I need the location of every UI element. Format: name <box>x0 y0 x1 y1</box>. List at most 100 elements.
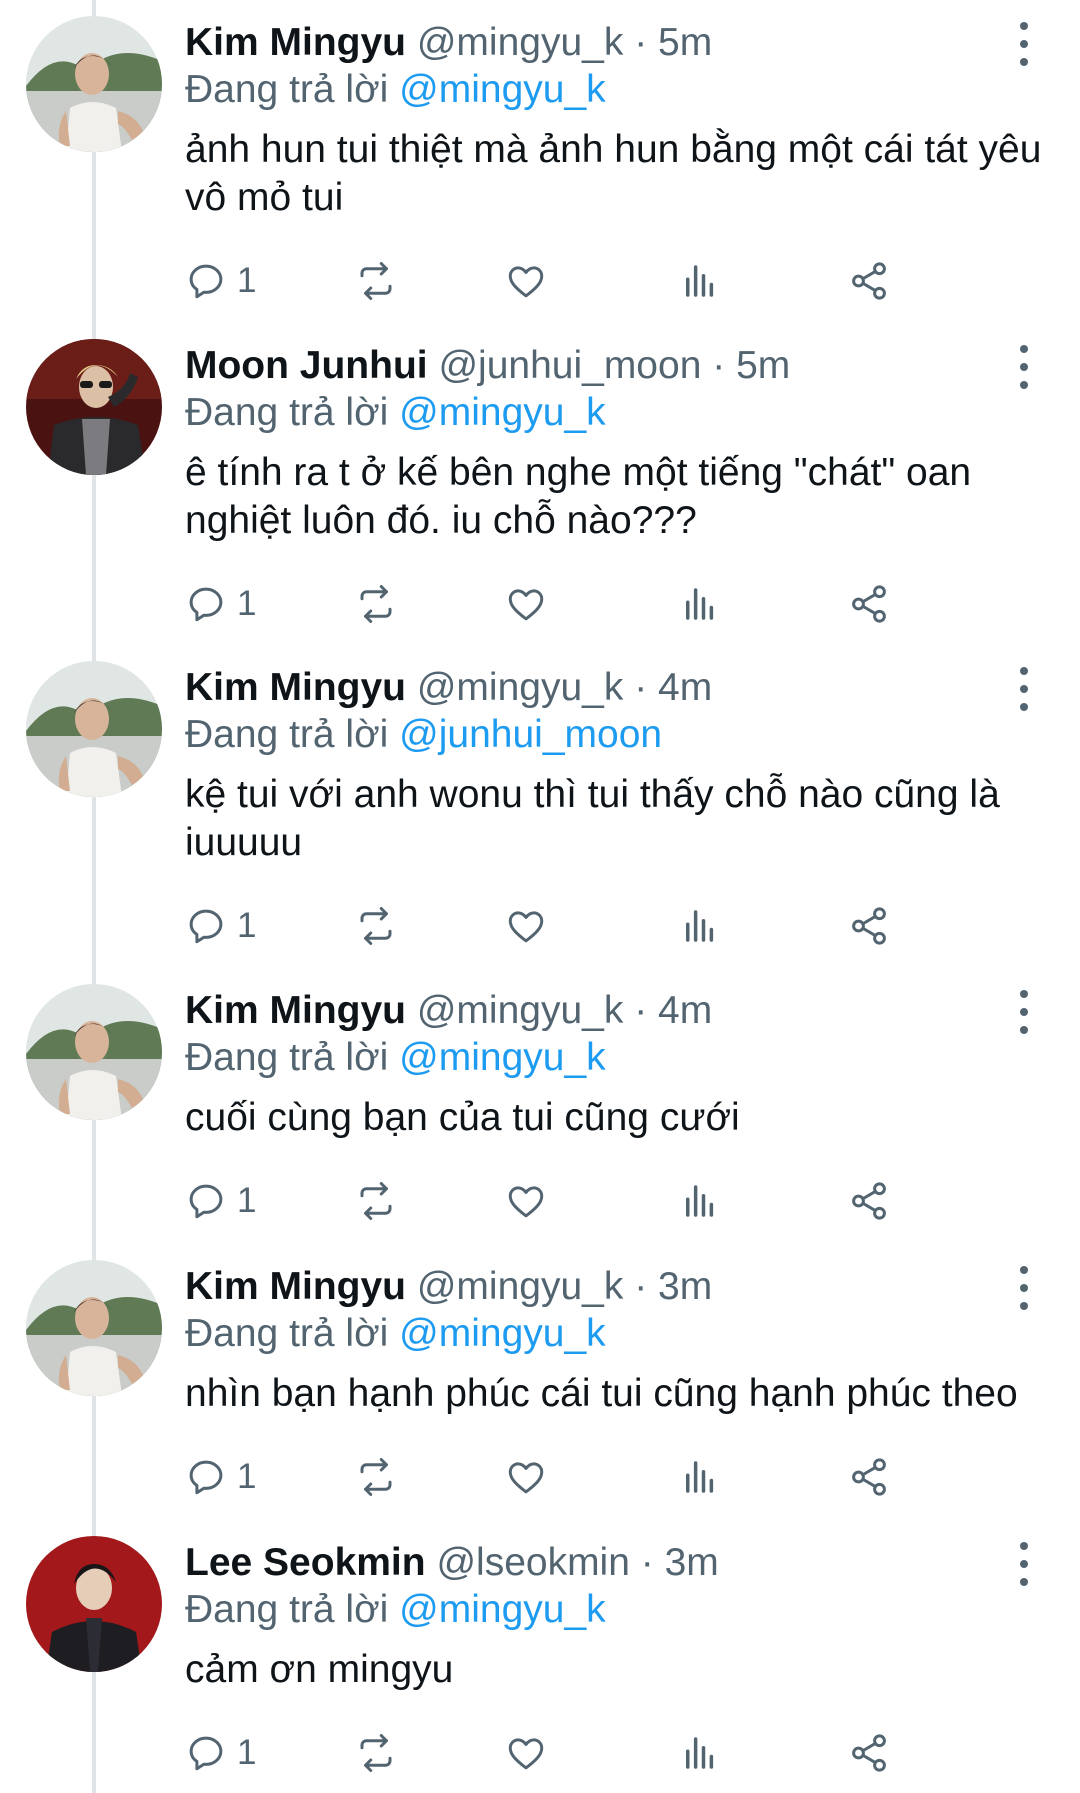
views-button[interactable] <box>679 901 721 951</box>
share-icon <box>852 262 886 300</box>
more-icon[interactable] <box>1010 1266 1038 1310</box>
author-handle[interactable]: @mingyu_k <box>417 666 624 709</box>
like-button[interactable] <box>505 1176 547 1226</box>
share-button[interactable] <box>848 1728 890 1778</box>
like-button[interactable] <box>505 1728 547 1778</box>
author-name[interactable]: Kim Mingyu <box>185 21 406 64</box>
views-button[interactable] <box>679 1452 721 1502</box>
more-icon[interactable] <box>1010 1542 1038 1586</box>
like-button[interactable] <box>505 579 547 629</box>
reply-icon <box>189 587 223 622</box>
like-button[interactable] <box>505 1452 547 1502</box>
more-icon[interactable] <box>1010 22 1038 66</box>
avatar-mingyu[interactable] <box>26 661 162 797</box>
replying-to-handle[interactable]: @mingyu_k <box>399 1036 606 1079</box>
like-button[interactable] <box>505 901 547 951</box>
replying-to-handle[interactable]: @mingyu_k <box>399 1588 606 1631</box>
avatar-seokmin[interactable] <box>26 1536 162 1672</box>
replying-to-label: Đang trả lời <box>185 1588 389 1631</box>
avatar-mingyu[interactable] <box>26 984 162 1120</box>
replying-to-handle[interactable]: @mingyu_k <box>399 68 606 111</box>
timestamp[interactable]: 3m <box>658 1265 712 1308</box>
reply-button[interactable]: 1 <box>185 256 256 306</box>
share-icon <box>852 585 886 623</box>
retweet-icon <box>360 585 392 623</box>
timestamp[interactable]: 5m <box>658 21 712 64</box>
like-icon <box>508 911 544 943</box>
reply-button[interactable]: 1 <box>185 579 256 629</box>
replying-to: Đang trả lời @mingyu_k <box>185 1310 606 1358</box>
views-button[interactable] <box>679 1176 721 1226</box>
action-bar: 1 <box>185 1728 1030 1778</box>
share-icon <box>852 1182 886 1220</box>
action-bar: 1 <box>185 1452 1030 1502</box>
reply-icon <box>189 264 223 299</box>
like-icon <box>508 266 544 298</box>
share-button[interactable] <box>848 256 890 306</box>
replying-to-handle[interactable]: @junhui_moon <box>399 713 662 756</box>
timestamp[interactable]: 3m <box>665 1541 719 1584</box>
like-icon <box>508 1462 544 1494</box>
reply-icon <box>189 1460 223 1495</box>
retweet-button[interactable] <box>355 579 397 629</box>
reply-count: 1 <box>237 906 257 945</box>
avatar-image <box>26 661 162 797</box>
retweet-button[interactable] <box>355 256 397 306</box>
reply-button[interactable]: 1 <box>185 1452 256 1502</box>
like-button[interactable] <box>505 256 547 306</box>
tweet-text: ê tính ra t ở kế bên nghe một tiếng "chá… <box>185 451 972 542</box>
timestamp[interactable]: 4m <box>658 989 712 1032</box>
more-icon[interactable] <box>1010 667 1038 711</box>
author-name[interactable]: Kim Mingyu <box>185 666 406 709</box>
retweet-icon <box>360 907 392 945</box>
separator: · <box>712 344 726 387</box>
author-name[interactable]: Kim Mingyu <box>185 1265 406 1308</box>
reply-button[interactable]: 1 <box>185 1728 256 1778</box>
author-handle[interactable]: @mingyu_k <box>417 21 624 64</box>
separator: · <box>634 666 648 709</box>
share-button[interactable] <box>848 901 890 951</box>
avatar-image <box>26 984 162 1120</box>
replying-to-handle[interactable]: @mingyu_k <box>399 1312 606 1355</box>
views-button[interactable] <box>679 256 721 306</box>
author-name[interactable]: Moon Junhui <box>185 344 428 387</box>
reply-count: 1 <box>237 1181 257 1220</box>
retweet-button[interactable] <box>355 1728 397 1778</box>
views-button[interactable] <box>679 579 721 629</box>
reply-icon <box>189 1736 223 1771</box>
timestamp[interactable]: 5m <box>736 344 790 387</box>
tweet-header: Lee Seokmin @lseokmin · 3m <box>185 1538 719 1588</box>
like-icon <box>508 1186 544 1218</box>
replying-to-label: Đang trả lời <box>185 68 389 111</box>
retweet-button[interactable] <box>355 1176 397 1226</box>
avatar-mingyu[interactable] <box>26 16 162 152</box>
avatar-mingyu[interactable] <box>26 1260 162 1396</box>
timestamp[interactable]: 4m <box>658 666 712 709</box>
share-button[interactable] <box>848 1176 890 1226</box>
separator: · <box>640 1541 654 1584</box>
share-button[interactable] <box>848 579 890 629</box>
reply-button[interactable]: 1 <box>185 1176 256 1226</box>
more-icon[interactable] <box>1010 990 1038 1034</box>
author-name[interactable]: Lee Seokmin <box>185 1541 426 1584</box>
tweet-text: cuối cùng bạn của tui cũng cưới <box>185 1096 740 1139</box>
replying-to-handle[interactable]: @mingyu_k <box>399 391 606 434</box>
separator: · <box>634 1265 648 1308</box>
retweet-icon <box>360 1458 392 1496</box>
author-name[interactable]: Kim Mingyu <box>185 989 406 1032</box>
views-button[interactable] <box>679 1728 721 1778</box>
like-icon <box>508 589 544 621</box>
more-icon[interactable] <box>1010 345 1038 389</box>
replying-to-label: Đang trả lời <box>185 391 389 434</box>
reply-button[interactable]: 1 <box>185 901 256 951</box>
views-icon <box>686 1461 714 1493</box>
author-handle[interactable]: @junhui_moon <box>438 344 701 387</box>
author-handle[interactable]: @lseokmin <box>436 1541 629 1584</box>
retweet-button[interactable] <box>355 901 397 951</box>
author-handle[interactable]: @mingyu_k <box>417 1265 624 1308</box>
author-handle[interactable]: @mingyu_k <box>417 989 624 1032</box>
avatar-junhui[interactable] <box>26 339 162 475</box>
retweet-button[interactable] <box>355 1452 397 1502</box>
share-button[interactable] <box>848 1452 890 1502</box>
action-bar: 1 <box>185 1176 1030 1226</box>
